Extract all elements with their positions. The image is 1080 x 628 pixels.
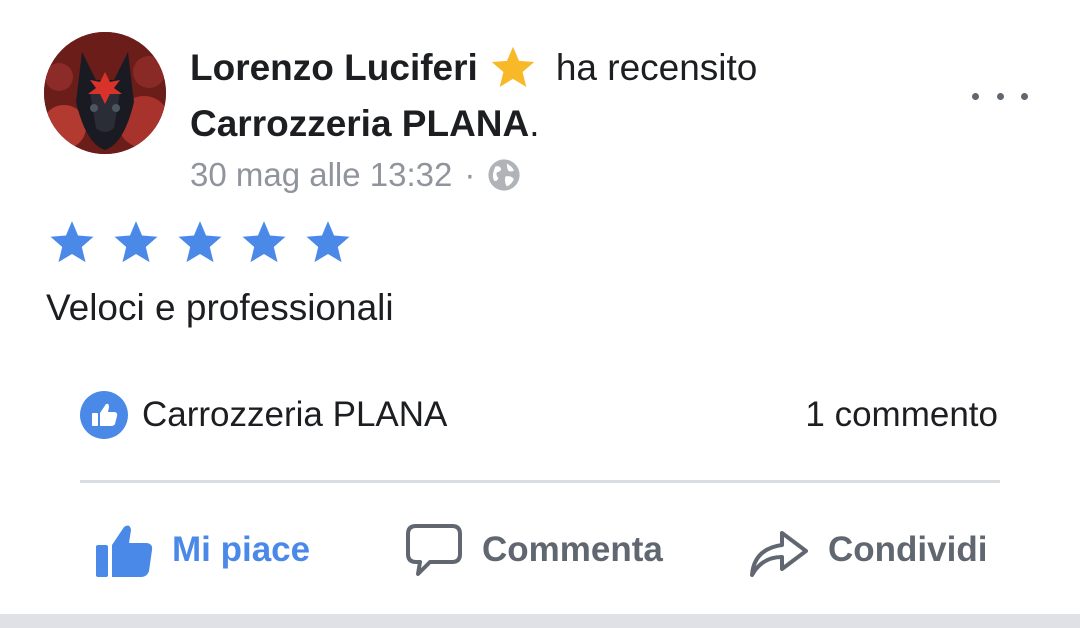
star-icon [488,43,538,93]
post-separator [0,614,1080,628]
more-dots-icon[interactable] [972,82,1028,110]
meta-separator: · [464,156,476,193]
like-button[interactable]: Mi piace [94,512,310,588]
like-reaction-icon [80,391,128,439]
more-dot [972,92,979,100]
timestamp[interactable]: 30 mag alle 13:32 [190,156,452,194]
rating-star-icon [50,221,94,263]
share-arrow-icon [750,531,808,577]
avatar[interactable] [44,32,166,154]
avatar-image [44,32,166,154]
share-button[interactable]: Condividi [748,512,987,588]
comments-count[interactable]: 1 commento [805,388,998,442]
rating-star-icon [242,221,286,263]
reviewed-page-name[interactable]: Carrozzeria PLANA [190,103,529,145]
comment-bubble-icon [406,524,462,576]
rating-star-icon [178,221,222,263]
comment-button[interactable]: Commenta [404,512,663,588]
reviewed-page-line: Carrozzeria PLANA . [190,96,540,152]
reaction-liker: Carrozzeria PLANA [142,395,448,434]
rating-star-icon [306,221,350,263]
post-header-line: Lorenzo Luciferi ha recensito [190,40,757,96]
author-name[interactable]: Lorenzo Luciferi [190,47,478,89]
comment-label: Commenta [482,530,663,569]
thumbs-up-icon [96,525,153,577]
review-post: Lorenzo Luciferi ha recensito Carrozzeri… [0,0,1080,628]
more-dot [996,92,1004,100]
more-dot [1021,92,1028,100]
action-bar: Mi piace Commenta Condividi [0,512,1080,588]
share-label: Condividi [828,530,988,569]
like-label: Mi piace [172,530,311,569]
divider [80,480,1000,483]
rating-star-icon [114,221,158,263]
review-text: Veloci e professionali [46,287,394,328]
reactions-summary[interactable]: Carrozzeria PLANA [80,388,447,442]
globe-icon[interactable] [487,158,521,192]
post-meta: 30 mag alle 13:32 · [190,152,521,198]
header-period: . [529,103,540,144]
review-action-text: ha recensito [555,47,758,88]
star-rating [46,218,366,268]
